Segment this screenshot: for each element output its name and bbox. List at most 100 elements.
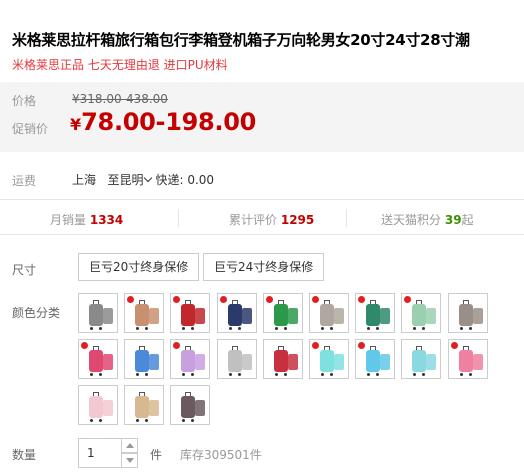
wheel-icon <box>283 373 287 376</box>
color-swatch[interactable] <box>124 385 165 425</box>
color-swatch[interactable] <box>355 293 396 333</box>
ship-from: 上海 <box>72 173 97 187</box>
wheel-icon <box>191 327 195 330</box>
suitcase-small-icon <box>149 308 160 324</box>
size-option-20[interactable]: 巨亏20寸终身保修 <box>78 253 200 281</box>
suitcase-icon <box>273 350 288 372</box>
wheel-icon <box>145 327 149 330</box>
color-swatch[interactable] <box>355 339 396 379</box>
suitcase-small-icon <box>103 354 113 370</box>
quantity-increase-button[interactable] <box>122 438 138 453</box>
product-subtitle: 米格莱思正品 七天无理由退 进口PU材料 <box>12 58 228 72</box>
wheel-icon <box>413 373 417 376</box>
wheel-icon <box>90 419 93 422</box>
promo-badge-icon <box>450 342 458 349</box>
stat-divider <box>346 209 347 227</box>
stat-divider <box>178 209 179 227</box>
suitcase-small-icon <box>380 308 391 324</box>
wheel-icon <box>237 373 241 376</box>
color-swatch[interactable] <box>401 339 442 379</box>
chevron-down-icon <box>144 173 153 183</box>
wheel-icon <box>422 373 426 376</box>
suitcase-icon <box>366 304 381 326</box>
color-swatch[interactable] <box>170 339 211 379</box>
promo-badge-icon <box>404 296 412 303</box>
wheel-icon <box>367 327 371 330</box>
suitcase-icon <box>412 350 427 372</box>
color-swatch[interactable] <box>309 293 349 333</box>
shipping-info: 上海 至昆明 快递: 0.00 <box>72 171 214 188</box>
wheel-icon <box>99 327 102 330</box>
suitcase-small-icon <box>149 354 160 370</box>
color-swatch[interactable] <box>170 385 211 425</box>
points-value: 39 <box>444 213 462 227</box>
color-swatch[interactable] <box>124 293 165 333</box>
wheel-icon <box>274 373 278 376</box>
suitcase-icon <box>135 396 150 418</box>
promo-badge-icon <box>265 296 273 303</box>
monthly-sales: 月销量 1334 <box>50 211 123 228</box>
color-swatch[interactable] <box>309 339 349 379</box>
reviews-label: 累计评价 <box>229 213 278 227</box>
stock-count: 库存309501件 <box>180 448 262 462</box>
promo-price-value: 78.00-198.00 <box>81 108 257 136</box>
suitcase-small-icon <box>334 354 344 370</box>
suitcase-icon <box>320 350 334 372</box>
color-swatch[interactable] <box>401 293 442 333</box>
promo-price: ¥78.00-198.00 <box>70 108 256 136</box>
color-swatch[interactable] <box>216 293 257 333</box>
suitcase-small-icon <box>195 400 206 416</box>
suitcase-small-icon <box>103 400 113 416</box>
color-swatch[interactable] <box>78 385 118 425</box>
product-title: 米格莱思拉杆箱旅行箱包行李箱登机箱子万向轮男女20寸24寸28寸潮 <box>12 31 470 49</box>
wheel-icon <box>228 373 232 376</box>
promo-badge-icon <box>173 342 181 349</box>
review-count[interactable]: 累计评价 1295 <box>229 211 314 228</box>
color-swatch[interactable] <box>78 293 118 333</box>
quantity-decrease-button[interactable] <box>122 453 138 468</box>
color-swatch[interactable] <box>447 339 488 379</box>
suitcase-icon <box>181 396 196 418</box>
color-swatch[interactable] <box>262 293 303 333</box>
promo-badge-icon <box>358 342 366 349</box>
color-swatch[interactable] <box>124 339 165 379</box>
color-label: 颜色分类 <box>12 306 61 320</box>
shipping-label: 运费 <box>12 174 37 188</box>
size-option-24[interactable]: 巨亏24寸终身保修 <box>203 253 325 281</box>
wheel-icon <box>182 419 186 422</box>
suitcase-small-icon <box>287 354 298 370</box>
size-label: 尺寸 <box>12 263 37 277</box>
color-swatch[interactable] <box>447 293 488 333</box>
points-info: 送天猫积分 39起 <box>381 211 474 228</box>
ship-destination: 至昆明 <box>107 173 144 187</box>
wheel-icon <box>376 373 380 376</box>
promo-price-label: 促销价 <box>12 122 49 136</box>
suitcase-icon <box>273 304 288 326</box>
suitcase-small-icon <box>380 354 391 370</box>
wheel-icon <box>422 327 426 330</box>
promo-badge-icon <box>312 342 319 349</box>
currency-symbol: ¥ <box>70 115 82 134</box>
suitcase-small-icon <box>195 308 206 324</box>
promo-badge-icon <box>219 296 227 303</box>
color-swatch[interactable] <box>170 293 211 333</box>
suitcase-icon <box>320 304 334 326</box>
wheel-icon <box>330 327 333 330</box>
suitcase-icon <box>135 350 150 372</box>
wheel-icon <box>99 373 102 376</box>
promo-badge-icon <box>173 296 181 303</box>
suitcase-icon <box>458 350 473 372</box>
color-swatch[interactable] <box>216 339 257 379</box>
quantity-input[interactable] <box>78 438 122 468</box>
color-swatch[interactable] <box>262 339 303 379</box>
wheel-icon <box>330 373 333 376</box>
suitcase-small-icon <box>472 308 483 324</box>
color-swatch[interactable] <box>78 339 118 379</box>
suitcase-small-icon <box>149 400 160 416</box>
suitcase-small-icon <box>334 308 344 324</box>
ship-destination-dropdown[interactable]: 至昆明 <box>107 173 155 187</box>
wheel-icon <box>145 373 149 376</box>
wheel-icon <box>182 327 186 330</box>
suitcase-icon <box>135 304 150 326</box>
suitcase-icon <box>412 304 427 326</box>
